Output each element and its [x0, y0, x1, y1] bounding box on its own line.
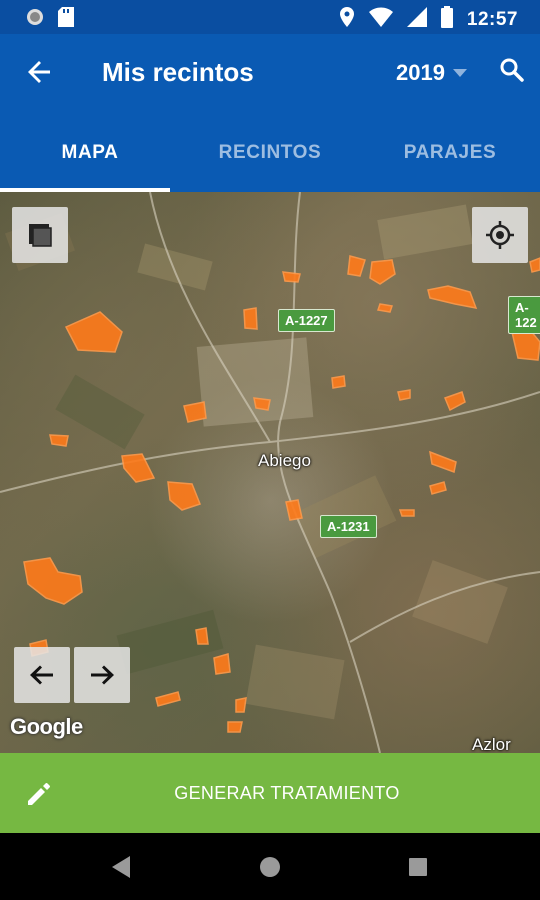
dropdown-arrow-icon — [452, 69, 467, 77]
location-icon — [339, 7, 355, 32]
status-time: 12:57 — [466, 8, 518, 30]
tab-recintos[interactable]: RECINTOS — [180, 114, 360, 192]
signal-icon — [406, 7, 427, 32]
wifi-icon — [368, 7, 393, 32]
layers-icon — [29, 224, 52, 247]
nav-back-button[interactable] — [108, 853, 136, 881]
my-location-button[interactable] — [472, 207, 528, 263]
search-icon — [500, 58, 524, 82]
system-nav-bar — [0, 833, 540, 900]
notification-circle-icon — [26, 8, 44, 31]
place-label: Abiego — [258, 451, 311, 470]
place-label: Azlor — [472, 735, 511, 753]
action-label: GENERAR TRATAMIENTO — [174, 782, 400, 803]
google-logo: Google — [10, 714, 83, 739]
previous-button[interactable] — [14, 647, 70, 703]
satellite-map[interactable]: A-1227 A-122 A-1231 Abiego Azlor Google — [0, 192, 540, 753]
tab-mapa[interactable]: MAPA — [0, 114, 180, 192]
nav-back-icon — [112, 856, 130, 878]
arrow-back-icon — [28, 61, 50, 83]
tab-parajes[interactable]: PARAJES — [360, 114, 540, 192]
search-button[interactable] — [498, 56, 526, 84]
map-layers-button[interactable] — [12, 207, 68, 263]
nav-recents-icon — [409, 858, 427, 876]
app-bar: Mis recintos 2019 — [0, 34, 540, 114]
generate-treatment-button[interactable]: GENERAR TRATAMIENTO — [0, 753, 540, 833]
road-label: A-1227 — [278, 309, 335, 332]
sd-card-icon — [58, 7, 74, 32]
status-bar: 12:57 — [0, 0, 540, 34]
back-button[interactable] — [22, 54, 58, 90]
gps-locate-icon — [486, 221, 514, 249]
tab-bar: MAPA RECINTOS PARAJES — [0, 114, 540, 192]
arrow-left-icon — [30, 665, 53, 685]
next-button[interactable] — [74, 647, 130, 703]
road-label: A-122 — [508, 296, 540, 334]
year-value: 2019 — [396, 60, 445, 85]
year-dropdown[interactable]: 2019 — [396, 60, 467, 86]
nav-home-icon — [260, 857, 280, 877]
road-label: A-1231 — [320, 515, 377, 538]
nav-home-button[interactable] — [256, 853, 284, 881]
battery-icon — [440, 6, 453, 33]
page-title: Mis recintos — [102, 57, 254, 87]
arrow-right-icon — [91, 665, 114, 685]
nav-recents-button[interactable] — [404, 853, 432, 881]
